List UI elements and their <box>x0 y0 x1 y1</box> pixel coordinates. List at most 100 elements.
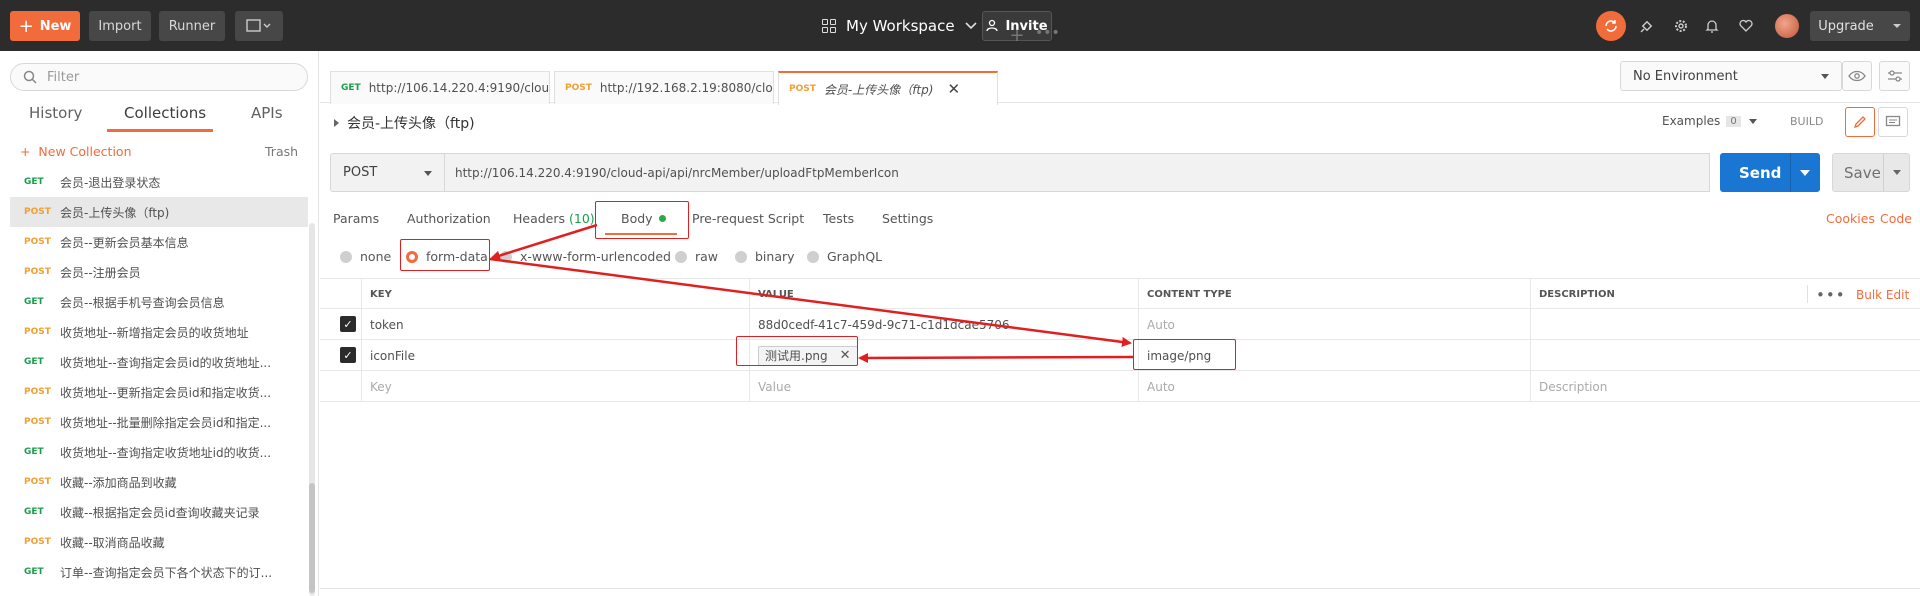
request-method: GET <box>24 297 44 307</box>
list-item[interactable]: GET 收货地址--查询指定收货地址id的收货... <box>10 437 308 467</box>
list-item[interactable]: POST 收货地址--批量删除指定会员id和指定... <box>10 407 308 437</box>
tab-tests[interactable]: Tests <box>823 211 854 226</box>
tab-apis[interactable]: APIs <box>251 104 283 122</box>
list-item[interactable]: GET 会员-退出登录状态 <box>10 167 308 197</box>
more-options-icon[interactable]: ••• <box>1816 279 1846 310</box>
list-item[interactable]: GET 收藏--根据指定会员id查询收藏夹记录 <box>10 497 308 527</box>
notification-bell-icon[interactable] <box>1699 13 1725 39</box>
request-list: GET 会员-退出登录状态 POST 会员-上传头像（ftp) POST 会员--更新会员… <box>10 167 308 596</box>
request-tab-1[interactable]: GET http://106.14.220.4:9190/cloud-... <box>330 71 550 104</box>
cookies-link[interactable]: Cookies <box>1826 211 1875 226</box>
save-options-caret-icon[interactable] <box>1893 170 1901 175</box>
heart-icon[interactable] <box>1733 13 1759 39</box>
request-title[interactable]: 会员-上传头像（ftp) <box>334 113 475 133</box>
bulk-edit-link[interactable]: Bulk Edit <box>1856 279 1909 310</box>
upgrade-button[interactable]: Upgrade <box>1810 11 1910 41</box>
list-item[interactable]: POST订单-下单接口 <box>10 587 308 596</box>
settings-gear-icon[interactable] <box>1668 13 1694 39</box>
list-item[interactable]: POST 收藏--添加商品到收藏 <box>10 467 308 497</box>
radio-x-www-form-urlencoded[interactable]: x-www-form-urlencoded <box>500 249 671 264</box>
import-button[interactable]: Import <box>89 11 151 41</box>
send-button[interactable]: Send <box>1720 153 1820 192</box>
tab-collections[interactable]: Collections <box>124 104 206 122</box>
save-button[interactable]: Save <box>1832 153 1910 192</box>
runner-button[interactable]: Runner <box>159 11 225 41</box>
description-placeholder-cell[interactable]: Description <box>1530 371 1920 402</box>
row-checkbox[interactable]: ✓ <box>340 316 356 332</box>
tab-prerequest-script[interactable]: Pre-request Script <box>692 211 804 226</box>
url-input[interactable]: http://106.14.220.4:9190/cloud-api/api/n… <box>445 153 1710 192</box>
comments-icon[interactable] <box>1878 107 1908 137</box>
tab-settings[interactable]: Settings <box>882 211 933 226</box>
environment-quick-look-eye-icon[interactable] <box>1842 61 1872 91</box>
send-label: Send <box>1739 163 1782 182</box>
request-name: 会员-退出登录状态 <box>60 175 161 190</box>
row-checkbox[interactable]: ✓ <box>340 347 356 363</box>
list-item[interactable]: GET 收货地址--查询指定会员id的收货地址... <box>10 347 308 377</box>
new-button[interactable]: + New <box>10 11 80 41</box>
caret-down-icon <box>1748 118 1757 124</box>
request-tab-2[interactable]: POST http://192.168.2.19:8080/clou... <box>554 71 774 104</box>
scrollbar-thumb[interactable] <box>309 483 315 593</box>
tab-history[interactable]: History <box>29 104 82 122</box>
edit-pencil-icon[interactable] <box>1845 107 1875 137</box>
description-cell[interactable] <box>1530 309 1920 340</box>
table-header-row: KEY VALUE CONTENT TYPE DESCRIPTION ••• B… <box>320 278 1920 310</box>
user-plus-icon <box>986 19 999 32</box>
environment-select[interactable]: No Environment <box>1620 61 1842 91</box>
sync-icon[interactable] <box>1596 11 1626 41</box>
list-item[interactable]: POST 收货地址--新增指定会员的收货地址 <box>10 317 308 347</box>
satellite-icon[interactable] <box>1634 13 1660 39</box>
content-type-placeholder-cell[interactable]: Auto <box>1138 371 1530 402</box>
examples-count: 0 <box>1726 115 1741 127</box>
request-method: POST <box>24 477 51 487</box>
description-cell[interactable] <box>1530 340 1920 371</box>
search-icon <box>23 70 37 84</box>
method-select[interactable]: POST <box>330 153 445 192</box>
sidebar-scrollbar[interactable] <box>309 223 315 596</box>
request-method: POST <box>24 207 51 217</box>
radio-binary[interactable]: binary <box>735 249 795 264</box>
list-item[interactable]: POST 收藏--取消商品收藏 <box>10 527 308 557</box>
top-header: + New Import Runner My Workspace Invite <box>0 0 1920 51</box>
list-item[interactable]: POST 会员--注册会员 <box>10 257 308 287</box>
request-name: 会员--注册会员 <box>60 265 141 280</box>
close-tab-icon[interactable]: ✕ <box>947 80 960 98</box>
list-item[interactable]: GET 订单--查询指定会员下各个状态下的订... <box>10 557 308 587</box>
key-placeholder-cell[interactable]: Key <box>361 371 749 402</box>
radio-graphql[interactable]: GraphQL <box>807 249 882 264</box>
value-placeholder-cell[interactable]: Value <box>749 371 1138 402</box>
radio-raw[interactable]: raw <box>675 249 718 264</box>
send-options-caret-icon[interactable] <box>1800 170 1810 176</box>
new-collection-button[interactable]: + New Collection <box>20 144 132 159</box>
filter-input[interactable]: Filter <box>10 63 308 91</box>
key-cell[interactable]: iconFile <box>361 340 749 371</box>
request-name: 收货地址--更新指定会员id和指定收货... <box>60 385 272 400</box>
key-cell[interactable]: token <box>361 309 749 340</box>
manage-environments-sliders-icon[interactable] <box>1879 61 1910 91</box>
tab-headers[interactable]: Headers (10) <box>513 211 595 226</box>
list-item[interactable]: POST 会员--更新会员基本信息 <box>10 227 308 257</box>
tab-authorization[interactable]: Authorization <box>407 211 491 226</box>
header-divider <box>1807 285 1808 303</box>
new-label: New <box>39 18 72 34</box>
request-subtabs: Params Authorization Headers (10) Body P… <box>320 205 1920 235</box>
list-item[interactable]: GET 会员--根据手机号查询会员信息 <box>10 287 308 317</box>
new-tab-plus-icon[interactable]: + <box>1005 25 1029 49</box>
tab-params[interactable]: Params <box>333 211 379 226</box>
more-tabs-icon[interactable]: ••• <box>1035 25 1060 49</box>
radio-none[interactable]: none <box>340 249 391 264</box>
content-type-cell[interactable]: Auto <box>1138 309 1530 340</box>
user-avatar[interactable] <box>1775 14 1799 38</box>
request-name: 会员--根据手机号查询会员信息 <box>60 295 225 310</box>
request-title-text: 会员-上传头像（ftp) <box>347 116 475 132</box>
request-method: POST <box>24 387 51 397</box>
request-tab-3[interactable]: POST 会员-上传头像（ftp) ✕ <box>778 71 998 105</box>
list-item[interactable]: POST 收货地址--更新指定会员id和指定收货... <box>10 377 308 407</box>
workspace-switcher[interactable]: My Workspace <box>822 11 979 41</box>
new-window-button[interactable] <box>235 11 283 41</box>
list-item[interactable]: POST 会员-上传头像（ftp) <box>10 197 308 227</box>
examples-dropdown[interactable]: Examples 0 <box>1662 114 1757 128</box>
code-link[interactable]: Code <box>1880 211 1912 226</box>
trash-button[interactable]: Trash <box>265 144 298 159</box>
